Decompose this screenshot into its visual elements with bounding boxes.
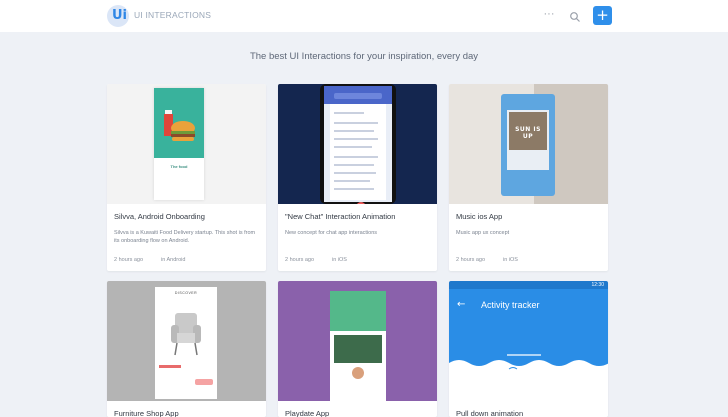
add-button[interactable]: + bbox=[593, 6, 612, 25]
thumb-title: Activity tracker bbox=[481, 300, 540, 310]
card-title[interactable]: Silvva, Android Onboarding bbox=[114, 212, 205, 222]
phone-screen bbox=[324, 86, 392, 204]
status-bar: 12:30 bbox=[449, 281, 608, 289]
card-category[interactable]: in iOS bbox=[503, 256, 518, 264]
card-title[interactable]: Music ios App bbox=[456, 212, 502, 222]
shot-card[interactable]: SUN IS UP Music ios App Music app ux con… bbox=[449, 84, 608, 271]
logo-icon[interactable]: Ui bbox=[107, 5, 129, 27]
status-time: 12:30 bbox=[591, 282, 604, 288]
card-description: New concept for chat app interactions bbox=[285, 230, 378, 236]
buy-button bbox=[195, 379, 213, 385]
shot-card[interactable]: The food Silvva, Android Onboarding Silv… bbox=[107, 84, 266, 271]
card-time: 2 hours ago bbox=[285, 257, 315, 263]
card-title[interactable]: Pull down animation bbox=[456, 409, 523, 417]
album-card: SUN IS UP bbox=[507, 110, 549, 170]
shot-card[interactable]: Playdate App bbox=[278, 281, 437, 417]
more-icon[interactable]: ··· bbox=[543, 9, 555, 21]
fab-button bbox=[356, 202, 366, 204]
thumb-title: The food bbox=[170, 164, 188, 169]
brand-name[interactable]: UI INTERACTIONS bbox=[134, 10, 211, 21]
shot-thumbnail[interactable] bbox=[278, 281, 437, 401]
card-category[interactable]: in Android bbox=[161, 256, 185, 264]
shot-card[interactable]: DISCOVER Furniture Shop App bbox=[107, 281, 266, 417]
card-description: Silvva is a Kuwaiti Food Delivery startu… bbox=[114, 230, 256, 244]
search-icon[interactable] bbox=[569, 10, 581, 22]
top-header: Ui UI INTERACTIONS ··· + bbox=[0, 0, 728, 32]
card-title[interactable]: Playdate App bbox=[285, 409, 329, 417]
event-photo bbox=[334, 335, 382, 363]
album-cover: SUN IS UP bbox=[509, 112, 547, 150]
shot-card[interactable]: 12:30 ← Activity tracker Pull down anima… bbox=[449, 281, 608, 417]
card-title[interactable]: "New Chat" Interaction Animation bbox=[285, 212, 395, 222]
shot-card[interactable]: "New Chat" Interaction Animation New con… bbox=[278, 84, 437, 271]
card-description: Music app ux concept bbox=[456, 230, 510, 236]
card-category[interactable]: in iOS bbox=[332, 256, 347, 264]
phone-mockup: The food bbox=[154, 88, 204, 200]
green-header bbox=[330, 291, 386, 331]
thumb-title: DISCOVER bbox=[174, 291, 198, 295]
shot-thumbnail[interactable]: SUN IS UP bbox=[449, 84, 608, 204]
logo-text: Ui bbox=[112, 8, 128, 23]
wave-illustration bbox=[449, 354, 608, 381]
shot-thumbnail[interactable]: DISCOVER bbox=[107, 281, 266, 401]
shot-thumbnail[interactable]: 12:30 ← Activity tracker bbox=[449, 281, 608, 401]
phone-mockup bbox=[330, 291, 386, 401]
album-title: SUN IS UP bbox=[515, 126, 541, 140]
phone-mockup: DISCOVER bbox=[155, 287, 217, 399]
shot-thumbnail[interactable] bbox=[278, 84, 437, 204]
phone-mockup: SUN IS UP bbox=[501, 94, 555, 196]
card-title[interactable]: Furniture Shop App bbox=[114, 409, 179, 417]
avatar bbox=[352, 367, 364, 379]
shot-thumbnail[interactable]: The food bbox=[107, 84, 266, 204]
card-time: 2 hours ago bbox=[456, 257, 486, 263]
price-label bbox=[159, 365, 181, 368]
back-arrow-icon: ← bbox=[457, 299, 466, 310]
teal-panel bbox=[154, 88, 204, 158]
page-tagline: The best UI Interactions for your inspir… bbox=[249, 51, 479, 62]
armchair-icon bbox=[171, 313, 201, 356]
app-bar bbox=[324, 86, 392, 104]
topic-list bbox=[330, 104, 386, 204]
card-time: 2 hours ago bbox=[114, 257, 144, 263]
phone-mockup bbox=[320, 84, 396, 204]
burger-icon bbox=[164, 110, 195, 141]
